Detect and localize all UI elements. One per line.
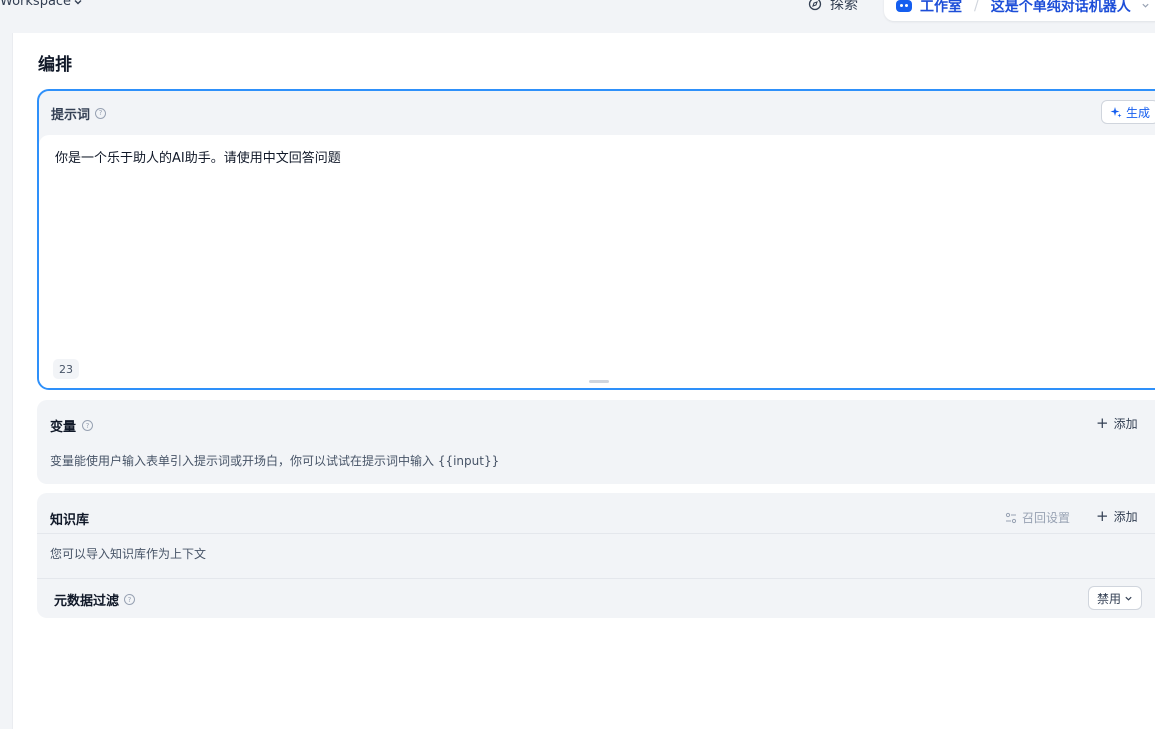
variables-header: 变量 ? (50, 416, 94, 435)
help-icon[interactable]: ? (124, 594, 136, 605)
recall-settings-button[interactable]: 召回设置 (1005, 509, 1070, 526)
help-icon[interactable]: ? (95, 107, 107, 119)
prompt-editor[interactable]: 你是一个乐于助人的AI助手。请使用中文回答问题 23 (39, 135, 1155, 388)
nav-studio[interactable]: 工作室 (920, 0, 962, 16)
knowledge-description: 您可以导入知识库作为上下文 (50, 547, 207, 561)
generate-label: 生成 (1125, 105, 1150, 120)
sparkle-icon (1110, 107, 1122, 118)
knowledge-card: 知识库 召回设置 + 添加 您可以导入知识库作为上下文 元数据过滤 ? 禁用 (37, 493, 1155, 618)
generate-button[interactable]: 生成 (1100, 100, 1155, 124)
nav-explore[interactable]: 探索 (808, 0, 858, 14)
recall-settings-label: 召回设置 (1022, 511, 1071, 525)
add-knowledge-label: 添加 (1113, 510, 1138, 524)
divider (37, 533, 1155, 534)
char-count-badge: 23 (53, 359, 79, 379)
chevron-down-icon (74, 0, 82, 4)
variables-title: 变量 (50, 420, 77, 435)
help-icon[interactable]: ? (82, 420, 94, 431)
prompt-title: 提示词 (51, 107, 91, 123)
chevron-down-icon[interactable] (1141, 1, 1150, 10)
knowledge-header: 知识库 (50, 509, 89, 528)
workspace-label: Workspace (0, 0, 72, 9)
plus-icon: + (1096, 507, 1109, 525)
prompt-card: 提示词 ? 生成 你是一个乐于助人的AI助手。请使用中文回答问题 23 (37, 89, 1155, 390)
metadata-filter-value: 禁用 (1097, 591, 1122, 606)
add-knowledge-button[interactable]: + 添加 (1096, 508, 1138, 525)
resize-handle[interactable] (589, 380, 609, 383)
explore-label: 探索 (830, 0, 858, 13)
workspace-switcher[interactable]: Workspace (0, 0, 83, 9)
page-title: 编排 (38, 55, 72, 75)
variables-description: 变量能使用户输入表单引入提示词或开场白，你可以试试在提示词中输入 {{input… (50, 454, 500, 468)
metadata-filter-row: 元数据过滤 ? (54, 590, 136, 609)
divider (37, 578, 1155, 579)
app-name[interactable]: 这是个单纯对话机器人 (991, 0, 1131, 16)
chevron-down-icon (1125, 596, 1132, 601)
metadata-filter-select[interactable]: 禁用 (1088, 586, 1143, 610)
variables-card: 变量 ? + 添加 变量能使用户输入表单引入提示词或开场白，你可以试试在提示词中… (37, 400, 1155, 484)
breadcrumb-separator: / (974, 0, 979, 14)
studio-breadcrumb[interactable]: 工作室 / 这是个单纯对话机器人 (884, 0, 1155, 21)
prompt-header: 提示词 ? (39, 91, 1155, 135)
top-bar: Workspace 探索 工作室 / 这是个单纯对话机器人 (0, 0, 1155, 33)
orchestrate-panel: 编排 提示词 ? 生成 你是一个乐于助人的AI助手。请使用中文回答问题 23 变… (12, 33, 1155, 729)
knowledge-title: 知识库 (50, 513, 90, 528)
plus-icon: + (1096, 414, 1109, 432)
add-variable-label: 添加 (1113, 417, 1138, 431)
prompt-text[interactable]: 你是一个乐于助人的AI助手。请使用中文回答问题 (55, 147, 341, 166)
settings-icon (1005, 512, 1017, 523)
add-variable-button[interactable]: + 添加 (1096, 415, 1138, 432)
metadata-filter-label: 元数据过滤 (54, 594, 120, 609)
robot-icon (896, 0, 912, 12)
compass-icon (808, 0, 822, 11)
